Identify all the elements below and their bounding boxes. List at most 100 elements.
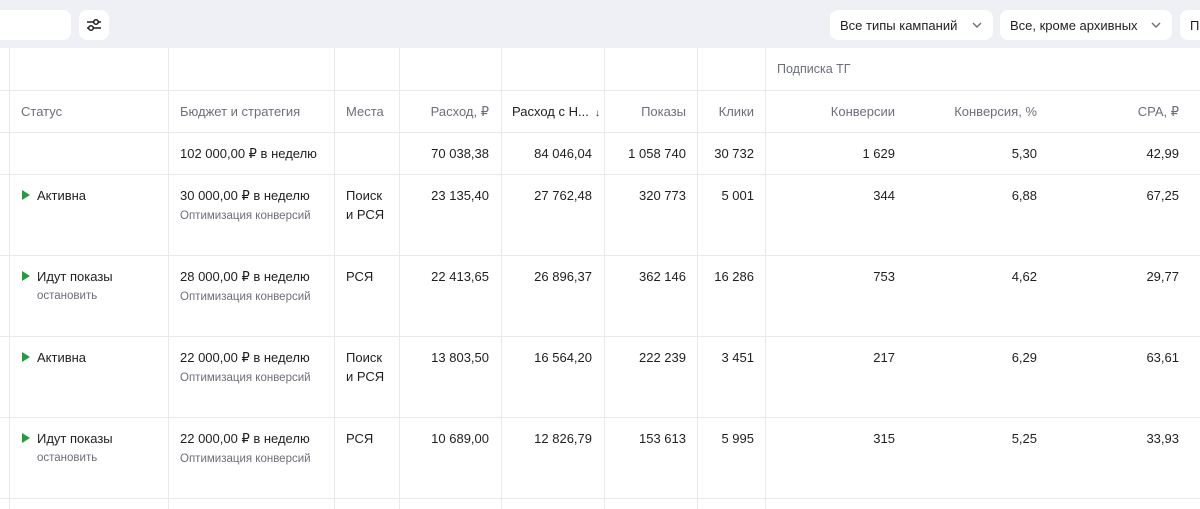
- conversions-value: 753: [873, 269, 895, 284]
- spend-vat-value: 12 826,79: [534, 431, 592, 446]
- toolbar: Все типы кампаний Все, кроме архивных По: [0, 0, 1200, 48]
- impressions-value: 222 239: [639, 350, 686, 365]
- header-spend-vat-label: Расход с Н...: [512, 104, 589, 119]
- clicks-value: 3 451: [721, 350, 754, 365]
- chevron-down-icon: [1151, 22, 1161, 28]
- totals-cpa: 42,99: [1146, 146, 1179, 161]
- spend-vat-value: 27 762,48: [534, 188, 592, 203]
- strategy-label: Оптимизация конверсий: [180, 210, 311, 222]
- column-divider: [501, 48, 502, 509]
- header-spend[interactable]: Расход, ₽: [431, 104, 489, 120]
- campaigns-table: Подписка ТГ Статус Бюджет и стратегия Ме…: [0, 48, 1200, 509]
- impressions-value: 320 773: [639, 188, 686, 203]
- clicks-value: 5 001: [721, 188, 754, 203]
- conversions-value: 344: [873, 188, 895, 203]
- status-label: Активна: [37, 188, 87, 203]
- spend-vat-value: 26 896,37: [534, 269, 592, 284]
- spend-value: 23 135,40: [431, 188, 489, 203]
- row-divider: [0, 255, 1200, 256]
- header-status[interactable]: Статус: [21, 104, 62, 119]
- status-label: Идут показы: [37, 431, 113, 446]
- strategy-label: Оптимизация конверсий: [180, 453, 311, 465]
- play-icon: [22, 190, 30, 200]
- row-divider: [0, 132, 1200, 133]
- play-icon: [22, 352, 30, 362]
- sliders-icon: [87, 18, 101, 32]
- column-group-label: Подписка ТГ: [777, 62, 851, 76]
- places-line1: РСЯ: [346, 431, 374, 446]
- archive-filter-dropdown-label: Все, кроме архивных: [1010, 17, 1138, 33]
- spend-value: 13 803,50: [431, 350, 489, 365]
- spend-vat-value: 16 564,20: [534, 350, 592, 365]
- conversions-value: 217: [873, 350, 895, 365]
- row-divider: [0, 498, 1200, 499]
- header-conversions[interactable]: Конверсии: [831, 104, 895, 119]
- clicks-value: 16 286: [714, 269, 754, 284]
- budget-value: 22 000,00 ₽ в неделю: [180, 350, 310, 365]
- cpa-value: 63,61: [1146, 350, 1179, 365]
- totals-spend-vat: 84 046,04: [534, 146, 592, 161]
- cpa-value: 29,77: [1146, 269, 1179, 284]
- column-divider: [399, 48, 400, 509]
- cpa-value: 33,93: [1146, 431, 1179, 446]
- row-divider: [0, 174, 1200, 175]
- header-clicks[interactable]: Клики: [719, 104, 754, 119]
- places-line1: Поиск: [346, 350, 383, 365]
- budget-value: 22 000,00 ₽ в неделю: [180, 431, 310, 446]
- conversion-rate-value: 4,62: [1011, 269, 1037, 284]
- status-cell: Активна: [22, 188, 86, 203]
- budget-value: 30 000,00 ₽ в неделю: [180, 188, 310, 203]
- conversion-rate-value: 6,29: [1011, 350, 1037, 365]
- places-line1: РСЯ: [346, 269, 374, 284]
- column-divider: [765, 48, 766, 509]
- totals-spend: 70 038,38: [431, 146, 489, 161]
- filter-settings-button[interactable]: [79, 10, 109, 40]
- row-divider: [0, 90, 1200, 91]
- column-divider: [334, 48, 335, 509]
- play-icon: [22, 433, 30, 443]
- status-label: Активна: [37, 350, 87, 365]
- row-divider: [0, 417, 1200, 418]
- header-places[interactable]: Места: [346, 104, 384, 119]
- column-divider: [168, 48, 169, 509]
- totals-impressions: 1 058 740: [628, 146, 686, 161]
- impressions-value: 153 613: [639, 431, 686, 446]
- header-budget[interactable]: Бюджет и стратегия: [180, 104, 300, 119]
- conversion-rate-value: 5,25: [1011, 431, 1037, 446]
- conversions-value: 315: [873, 431, 895, 446]
- totals-clicks: 30 732: [714, 146, 754, 161]
- sort-desc-icon: ↓: [594, 108, 600, 119]
- status-label: Идут показы: [37, 269, 113, 284]
- header-impressions[interactable]: Показы: [641, 104, 686, 119]
- third-filter-dropdown-label: По: [1190, 17, 1200, 33]
- places-line2: и РСЯ: [346, 207, 385, 222]
- impressions-value: 362 146: [639, 269, 686, 284]
- spend-value: 10 689,00: [431, 431, 489, 446]
- archive-filter-dropdown[interactable]: Все, кроме архивных: [1000, 10, 1172, 40]
- clicks-value: 5 995: [721, 431, 754, 446]
- search-input[interactable]: [0, 10, 71, 40]
- stop-link[interactable]: остановить: [37, 290, 97, 302]
- strategy-label: Оптимизация конверсий: [180, 291, 311, 303]
- column-divider: [604, 48, 605, 509]
- column-divider: [697, 48, 698, 509]
- status-cell: Идут показы: [22, 431, 113, 446]
- third-filter-dropdown[interactable]: По: [1180, 10, 1200, 40]
- column-divider: [9, 48, 10, 509]
- play-icon: [22, 271, 30, 281]
- spend-value: 22 413,65: [431, 269, 489, 284]
- places-line1: Поиск: [346, 188, 383, 203]
- conversion-rate-value: 6,88: [1011, 188, 1037, 203]
- cpa-value: 67,25: [1146, 188, 1179, 203]
- campaign-type-dropdown[interactable]: Все типы кампаний: [830, 10, 993, 40]
- status-cell: Идут показы: [22, 269, 113, 284]
- header-spend-vat[interactable]: Расход с Н... ↓: [512, 104, 600, 119]
- strategy-label: Оптимизация конверсий: [180, 372, 311, 384]
- header-conversion-rate[interactable]: Конверсия, %: [954, 104, 1037, 119]
- campaign-type-dropdown-label: Все типы кампаний: [840, 17, 958, 33]
- header-cpa[interactable]: CPA, ₽: [1138, 104, 1179, 120]
- totals-budget: 102 000,00 ₽ в неделю: [180, 146, 317, 161]
- totals-conversions: 1 629: [862, 146, 895, 161]
- budget-value: 28 000,00 ₽ в неделю: [180, 269, 310, 284]
- stop-link[interactable]: остановить: [37, 452, 97, 464]
